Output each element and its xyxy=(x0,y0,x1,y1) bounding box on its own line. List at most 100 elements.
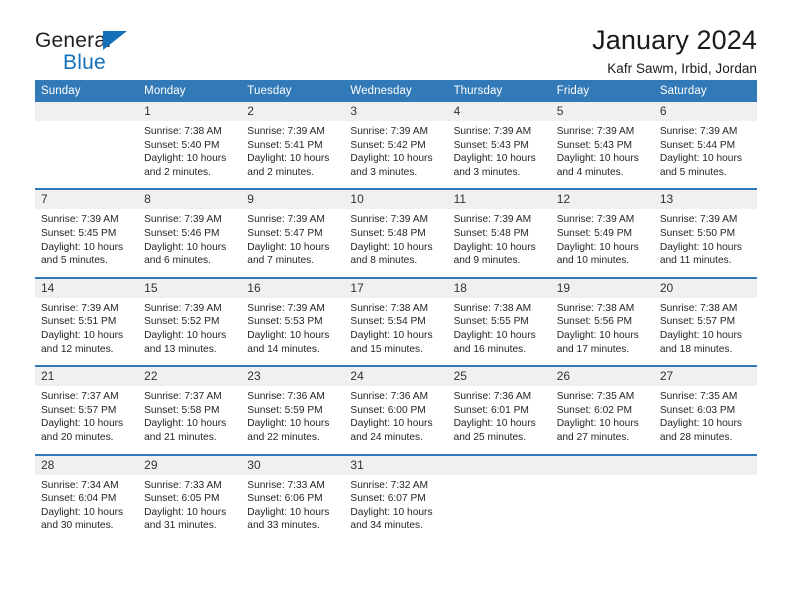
day-sunset-text: Sunset: 5:51 PM xyxy=(41,316,117,328)
page-subtitle: Kafr Sawm, Irbid, Jordan xyxy=(607,61,757,77)
day-sunset-text: Sunset: 5:49 PM xyxy=(556,227,633,239)
day-sun-info: Sunrise: 7:38 AM Sunset: 5:40 PM Daylight:… xyxy=(138,121,241,188)
day-sunset-text: Sunset: 5:53 PM xyxy=(247,316,323,328)
weekday-header-thursday: Thursday xyxy=(447,80,551,102)
calendar-day-cell[interactable]: 25 Sunrise: 7:36 AM Sunset: 6:01 PM Dayligh… xyxy=(447,365,551,455)
day-sunset-text: Sunset: 5:58 PM xyxy=(144,404,220,416)
calendar-day-cell[interactable]: 22 Sunrise: 7:37 AM Sunset: 5:58 PM Dayligh… xyxy=(138,365,242,455)
calendar-page: General Blue January 2024 Kafr Sawm, Irb… xyxy=(0,0,792,612)
calendar-day-cell[interactable]: 19 Sunrise: 7:38 AM Sunset: 5:56 PM Dayligh… xyxy=(550,276,654,367)
day-sun-info: Sunrise: 7:35 AM Sunset: 6:03 PM Daylight:… xyxy=(654,386,757,453)
day-sunrise-text: Sunrise: 7:39 AM xyxy=(41,214,119,226)
calendar-day-cell[interactable]: 24 Sunrise: 7:36 AM Sunset: 6:00 PM Dayligh… xyxy=(344,365,448,455)
day-sunset-text: Sunset: 6:01 PM xyxy=(453,404,529,416)
calendar-day-cell[interactable]: 10 Sunrise: 7:39 AM Sunset: 5:48 PM Dayligh… xyxy=(344,188,448,278)
day-number: 3 xyxy=(344,102,448,121)
calendar-body: 1 Sunrise: 7:38 AM Sunset: 5:40 PM Daylight… xyxy=(35,102,757,542)
calendar-day-cell[interactable]: 28 Sunrise: 7:34 AM Sunset: 6:04 PM Dayligh… xyxy=(35,453,139,542)
calendar-day-cell[interactable]: 9 Sunrise: 7:39 AM Sunset: 5:47 PM Daylight… xyxy=(241,188,345,278)
brand-logo[interactable]: General Blue xyxy=(35,26,155,73)
day-number: 27 xyxy=(653,367,757,387)
day-sun-info: Sunrise: 7:39 AM Sunset: 5:43 PM Daylight:… xyxy=(448,121,551,188)
calendar-day-cell[interactable]: 31 Sunrise: 7:32 AM Sunset: 6:07 PM Dayligh… xyxy=(344,453,448,542)
day-sun-info: Sunrise: 7:39 AM Sunset: 5:42 PM Daylight:… xyxy=(344,121,447,188)
day-number: 4 xyxy=(447,102,551,121)
calendar-day-cell[interactable]: 20 Sunrise: 7:38 AM Sunset: 5:57 PM Dayligh… xyxy=(653,276,757,367)
day-sunset-text: Sunset: 5:50 PM xyxy=(659,227,736,239)
day-number: 28 xyxy=(35,455,139,475)
calendar-day-cell[interactable]: 1 Sunrise: 7:38 AM Sunset: 5:40 PM Daylight… xyxy=(138,102,242,190)
calendar-day-cell[interactable]: 3 Sunrise: 7:39 AM Sunset: 5:42 PM Daylight… xyxy=(344,102,448,190)
day-daylight-text: Daylight: 10 hours and 6 minutes. xyxy=(144,241,227,267)
calendar-day-cell[interactable]: 13 Sunrise: 7:39 AM Sunset: 5:50 PM Dayligh… xyxy=(653,188,757,278)
day-daylight-text: Daylight: 10 hours and 7 minutes. xyxy=(247,241,330,267)
weekday-header-monday: Monday xyxy=(138,80,242,102)
calendar-day-cell[interactable]: 27 Sunrise: 7:35 AM Sunset: 6:03 PM Dayligh… xyxy=(653,365,757,455)
day-sunrise-text: Sunrise: 7:39 AM xyxy=(453,214,532,226)
day-sunset-text: Sunset: 5:59 PM xyxy=(247,404,323,416)
day-daylight-text: Daylight: 10 hours and 10 minutes. xyxy=(556,241,639,267)
brand-name-general: General xyxy=(35,29,112,52)
day-sun-info: Sunrise: 7:39 AM Sunset: 5:46 PM Daylight:… xyxy=(138,209,241,276)
day-sun-info xyxy=(654,475,757,533)
day-sunrise-text: Sunrise: 7:39 AM xyxy=(41,302,119,314)
day-sunset-text: Sunset: 5:54 PM xyxy=(350,316,426,328)
day-sun-info xyxy=(448,475,551,533)
day-sun-info: Sunrise: 7:38 AM Sunset: 5:54 PM Daylight:… xyxy=(344,298,447,365)
calendar-day-cell[interactable]: 11 Sunrise: 7:39 AM Sunset: 5:48 PM Dayligh… xyxy=(447,188,551,278)
calendar-day-cell[interactable]: 18 Sunrise: 7:38 AM Sunset: 5:55 PM Dayligh… xyxy=(447,276,551,367)
calendar-day-cell[interactable]: 6 Sunrise: 7:39 AM Sunset: 5:44 PM Daylight… xyxy=(653,102,757,190)
calendar-week-row: 1 Sunrise: 7:38 AM Sunset: 5:40 PM Daylight… xyxy=(35,102,757,190)
calendar-day-cell[interactable]: 5 Sunrise: 7:39 AM Sunset: 5:43 PM Daylight… xyxy=(550,102,654,190)
day-sun-info: Sunrise: 7:39 AM Sunset: 5:50 PM Daylight:… xyxy=(654,209,757,276)
day-daylight-text: Daylight: 10 hours and 2 minutes. xyxy=(144,153,227,178)
day-daylight-text: Daylight: 10 hours and 5 minutes. xyxy=(41,241,124,267)
day-sunrise-text: Sunrise: 7:39 AM xyxy=(453,126,532,137)
day-sun-info xyxy=(551,475,654,533)
day-sun-info: Sunrise: 7:39 AM Sunset: 5:48 PM Daylight:… xyxy=(448,209,551,276)
calendar-day-cell[interactable]: 30 Sunrise: 7:33 AM Sunset: 6:06 PM Dayligh… xyxy=(241,453,345,542)
calendar-day-cell[interactable]: 15 Sunrise: 7:39 AM Sunset: 5:52 PM Dayligh… xyxy=(138,276,242,367)
day-sunrise-text: Sunrise: 7:39 AM xyxy=(247,126,325,137)
day-sunrise-text: Sunrise: 7:39 AM xyxy=(247,302,325,314)
day-daylight-text: Daylight: 10 hours and 24 minutes. xyxy=(350,418,433,443)
calendar-day-cell[interactable]: 29 Sunrise: 7:33 AM Sunset: 6:05 PM Dayligh… xyxy=(138,453,242,542)
calendar-week-row: 7 Sunrise: 7:39 AM Sunset: 5:45 PM Daylight… xyxy=(35,188,757,278)
day-sunset-text: Sunset: 6:06 PM xyxy=(247,493,323,505)
calendar-day-cell[interactable]: 7 Sunrise: 7:39 AM Sunset: 5:45 PM Daylight… xyxy=(35,188,139,278)
day-number xyxy=(35,102,139,121)
day-sun-info: Sunrise: 7:39 AM Sunset: 5:52 PM Daylight:… xyxy=(138,298,241,365)
calendar-week-row: 21 Sunrise: 7:37 AM Sunset: 5:57 PM Dayligh… xyxy=(35,365,757,455)
calendar-day-cell[interactable]: 21 Sunrise: 7:37 AM Sunset: 5:57 PM Dayligh… xyxy=(35,365,139,455)
day-sun-info: Sunrise: 7:39 AM Sunset: 5:47 PM Daylight:… xyxy=(241,209,344,276)
day-sun-info: Sunrise: 7:39 AM Sunset: 5:48 PM Daylight:… xyxy=(344,209,447,276)
calendar-day-cell[interactable]: 2 Sunrise: 7:39 AM Sunset: 5:41 PM Daylight… xyxy=(241,102,345,190)
day-sun-info: Sunrise: 7:39 AM Sunset: 5:51 PM Daylight:… xyxy=(35,298,138,365)
calendar-day-cell[interactable]: 26 Sunrise: 7:35 AM Sunset: 6:02 PM Dayligh… xyxy=(550,365,654,455)
day-number: 10 xyxy=(344,190,448,210)
day-daylight-text: Daylight: 10 hours and 3 minutes. xyxy=(350,153,433,178)
day-sun-info: Sunrise: 7:36 AM Sunset: 6:01 PM Daylight:… xyxy=(448,386,551,453)
calendar-day-cell[interactable]: 23 Sunrise: 7:36 AM Sunset: 5:59 PM Dayligh… xyxy=(241,365,345,455)
day-sun-info: Sunrise: 7:37 AM Sunset: 5:57 PM Daylight:… xyxy=(35,386,138,453)
day-number: 15 xyxy=(138,278,242,298)
day-number xyxy=(653,455,757,475)
calendar-day-cell[interactable]: 4 Sunrise: 7:39 AM Sunset: 5:43 PM Daylight… xyxy=(447,102,551,190)
day-number: 24 xyxy=(344,367,448,387)
day-sunset-text: Sunset: 5:41 PM xyxy=(247,139,323,151)
day-daylight-text: Daylight: 10 hours and 20 minutes. xyxy=(41,418,124,443)
day-daylight-text: Daylight: 10 hours and 28 minutes. xyxy=(659,418,742,443)
day-sun-info xyxy=(35,121,138,179)
calendar-day-cell[interactable]: 14 Sunrise: 7:39 AM Sunset: 5:51 PM Dayligh… xyxy=(35,276,139,367)
weekday-header-row: Sunday Monday Tuesday Wednesday Thursday… xyxy=(35,80,757,102)
day-daylight-text: Daylight: 10 hours and 16 minutes. xyxy=(453,329,536,355)
calendar-day-cell[interactable]: 17 Sunrise: 7:38 AM Sunset: 5:54 PM Dayligh… xyxy=(344,276,448,367)
day-sunrise-text: Sunrise: 7:33 AM xyxy=(144,479,222,491)
day-number: 22 xyxy=(138,367,242,387)
day-number: 19 xyxy=(550,278,654,298)
calendar-day-cell[interactable]: 12 Sunrise: 7:39 AM Sunset: 5:49 PM Dayligh… xyxy=(550,188,654,278)
calendar-day-cell[interactable]: 8 Sunrise: 7:39 AM Sunset: 5:46 PM Daylight… xyxy=(138,188,242,278)
day-number: 29 xyxy=(138,455,242,475)
calendar-day-cell[interactable]: 16 Sunrise: 7:39 AM Sunset: 5:53 PM Dayligh… xyxy=(241,276,345,367)
weekday-header-friday: Friday xyxy=(550,80,654,102)
